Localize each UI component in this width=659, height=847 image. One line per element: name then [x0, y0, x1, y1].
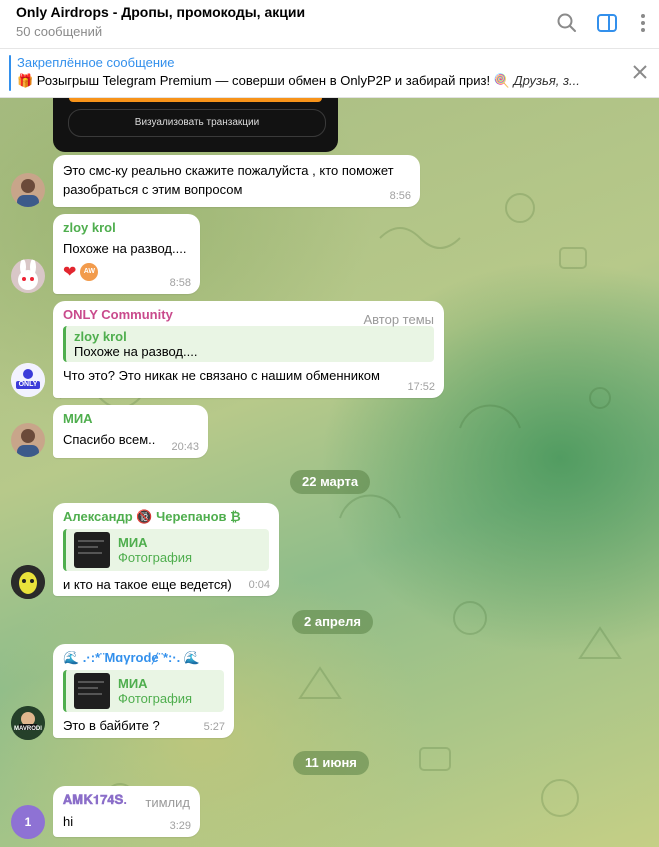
- sender-name[interactable]: МИА: [63, 411, 198, 426]
- message-bubble[interactable]: 𝐀𝐌𝐊𝟏𝟕𝟒𝐒. тимлид hi 3:29: [53, 786, 200, 837]
- sidebar-toggle-icon[interactable]: [594, 10, 620, 36]
- reply-sender: МИА: [118, 535, 148, 550]
- pinned-message-bar[interactable]: Закреплённое сообщение 🎁 Розыгрыш Telegr…: [0, 49, 659, 98]
- message-count: 50 сообщений: [16, 24, 103, 39]
- avatar[interactable]: [11, 423, 45, 457]
- user-photo-icon: [17, 429, 39, 457]
- chat-title[interactable]: Only Airdrops - Дропы, промокоды, акции: [16, 4, 305, 20]
- message-time: 8:58: [169, 277, 191, 289]
- pinned-text: 🎁 Розыгрыш Telegram Premium — соверши об…: [17, 73, 580, 88]
- reply-sender: МИА: [118, 676, 148, 691]
- date-separator: 22 марта: [290, 470, 371, 494]
- reply-sender: zloy krol: [74, 329, 127, 344]
- photo-thumbnail: [74, 673, 110, 709]
- message-bubble[interactable]: ONLY Community Автор темы zloy krol Похо…: [53, 301, 444, 398]
- message-text: и кто на такое еще ведется): [63, 577, 232, 592]
- message-bubble[interactable]: zloy krol Похоже на развод.... ❤ AW 8:58: [53, 214, 200, 294]
- message-bubble[interactable]: Александр 🔞 Черепанов ₿ МИА Фотография и…: [53, 503, 279, 596]
- message-text: Что это? Это никак не связано с нашим об…: [63, 368, 380, 383]
- message-time: 5:27: [203, 721, 225, 733]
- avatar[interactable]: [11, 565, 45, 599]
- message-time: 20:43: [171, 441, 199, 453]
- user-photo-icon: [17, 179, 39, 207]
- date-separator: 11 июня: [293, 751, 369, 775]
- message-text: Это смс-ку реально скажите пожалуйста , …: [63, 163, 394, 197]
- message-bubble[interactable]: 🌊 .·:*¨Mɑγrodɇ¨*:·. 🌊 МИА Фотография Это…: [53, 644, 234, 738]
- message-time: 0:04: [248, 579, 270, 591]
- reply-quote[interactable]: МИА Фотография: [63, 670, 224, 712]
- avatar-label: MAVRODI: [14, 726, 42, 732]
- sender-name[interactable]: Александр 🔞 Черепанов ₿: [63, 509, 269, 525]
- message-time: 8:56: [389, 190, 411, 202]
- orange-button-edge: [69, 98, 322, 102]
- visualize-transactions-button[interactable]: Визуализовать транзакции: [68, 109, 326, 137]
- avatar[interactable]: 1: [11, 805, 45, 839]
- only-logo-icon: [11, 363, 45, 397]
- avatar[interactable]: ONLY: [11, 363, 45, 397]
- media-card: Визуализовать транзакции: [53, 98, 338, 152]
- message-bubble[interactable]: МИА Спасибо всем.. 20:43: [53, 405, 208, 458]
- reply-quote[interactable]: zloy krol Похоже на развод....: [63, 326, 434, 362]
- reply-text: Фотография: [118, 691, 193, 706]
- message-text: Это в байбите ?: [63, 718, 160, 733]
- message-time: 17:52: [407, 381, 435, 393]
- avatar[interactable]: [11, 259, 45, 293]
- reply-text: Похоже на развод....: [74, 344, 198, 359]
- role-badge: Автор темы: [363, 312, 435, 327]
- message-time: 3:29: [169, 820, 191, 832]
- avatar[interactable]: MAVRODI: [11, 706, 45, 740]
- sender-name[interactable]: zloy krol: [63, 220, 190, 235]
- sender-name[interactable]: 🌊 .·:*¨Mɑγrodɇ¨*:·. 🌊: [63, 650, 224, 666]
- pinned-title: Закреплённое сообщение: [17, 55, 175, 70]
- chat-header: Only Airdrops - Дропы, промокоды, акции …: [0, 0, 659, 49]
- reaction-avatar: AW: [80, 263, 99, 281]
- close-icon[interactable]: [631, 63, 649, 81]
- rabbit-avatar-icon: [18, 259, 38, 290]
- avatar-label: ONLY: [18, 381, 38, 388]
- heart-reaction-icon[interactable]: ❤: [63, 262, 76, 282]
- reply-text: Фотография: [118, 550, 193, 565]
- mavrodi-avatar-icon: [11, 706, 45, 740]
- more-options-icon[interactable]: [630, 10, 656, 36]
- mask-avatar-icon: [11, 565, 45, 599]
- reply-quote[interactable]: МИА Фотография: [63, 529, 269, 571]
- date-separator: 2 апреля: [292, 610, 373, 634]
- message-text: Похоже на развод....: [63, 241, 187, 256]
- avatar[interactable]: [11, 173, 45, 207]
- message-bubble[interactable]: Это смс-ку реально скажите пожалуйста , …: [53, 155, 420, 207]
- pinned-indicator: [9, 55, 11, 91]
- search-icon[interactable]: [554, 10, 580, 36]
- role-badge: тимлид: [145, 795, 190, 810]
- photo-thumbnail: [74, 532, 110, 568]
